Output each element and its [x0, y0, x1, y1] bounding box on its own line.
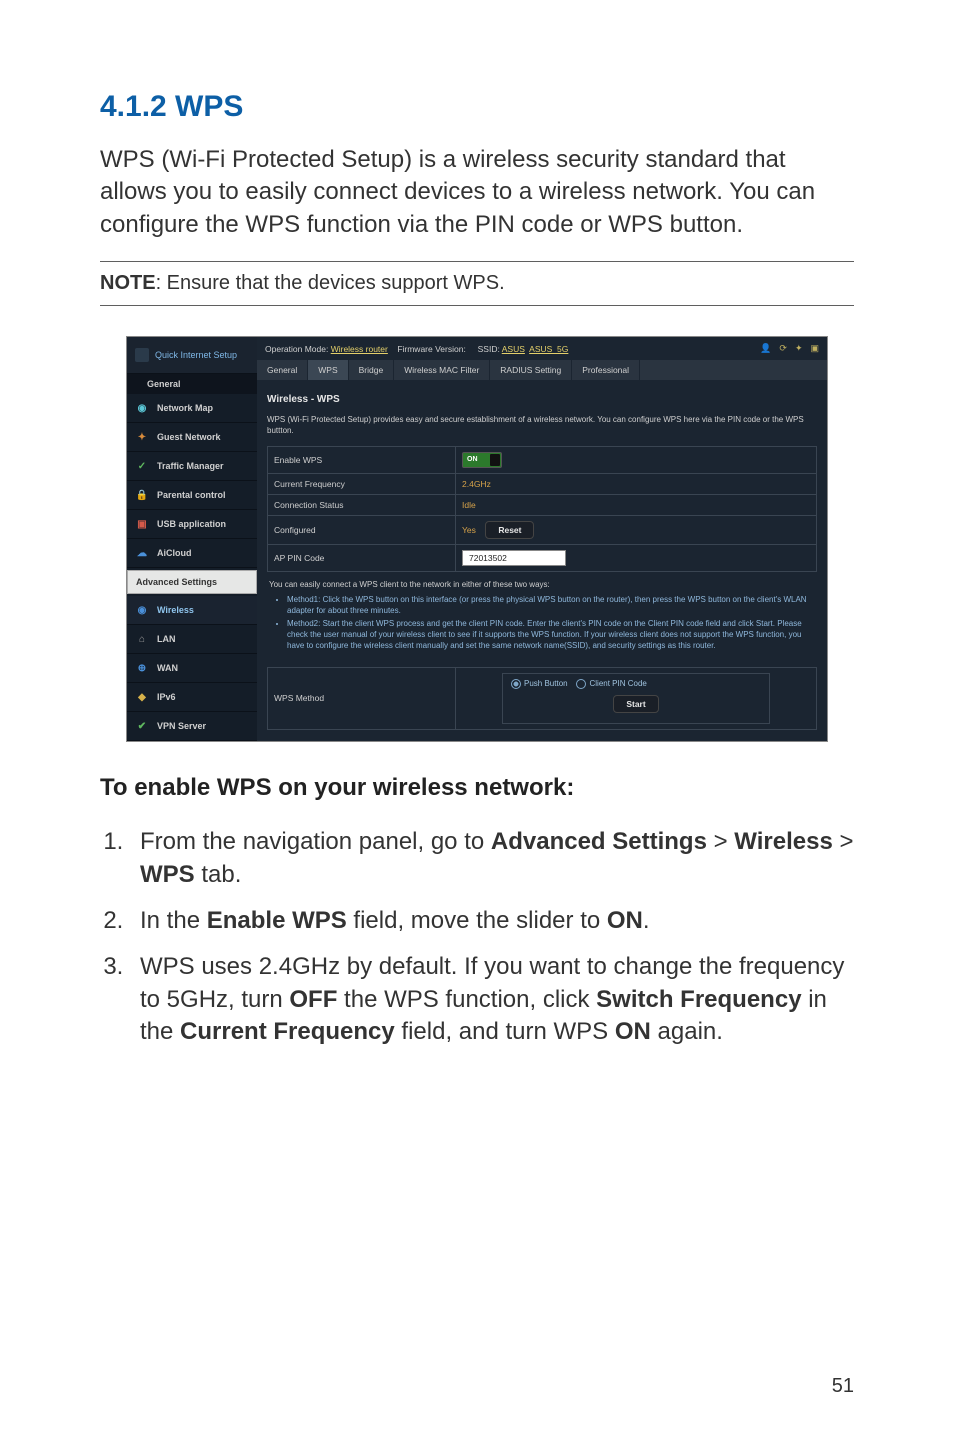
methods-heading: You can easily connect a WPS client to t…	[269, 580, 815, 591]
push-button-radio[interactable]	[511, 679, 521, 689]
sidebar-item-ipv6[interactable]: ◆IPv6	[127, 683, 257, 712]
step-3: WPS uses 2.4GHz by default. If you want …	[130, 951, 854, 1048]
tab-bridge[interactable]: Bridge	[349, 360, 395, 380]
enable-wps-toggle[interactable]: ON	[462, 452, 502, 468]
connection-status-label: Connection Status	[268, 494, 456, 515]
sidebar-item-network-map[interactable]: ◉Network Map	[127, 394, 257, 423]
row-configured: Configured Yes Reset	[268, 515, 817, 544]
topbar-left: Operation Mode: Wireless router Firmware…	[265, 344, 568, 354]
aicloud-icon: ☁	[135, 546, 149, 560]
wps-method-table: WPS Method Push Button Client PIN Code S…	[267, 667, 817, 730]
current-frequency-value: 2.4GHz	[462, 479, 491, 489]
qis-label: Quick Internet Setup	[155, 350, 237, 360]
client-pin-label: Client PIN Code	[589, 679, 646, 688]
tab-radius-setting[interactable]: RADIUS Setting	[490, 360, 572, 380]
tab-bar: General WPS Bridge Wireless MAC Filter R…	[257, 360, 827, 380]
traffic-icon: ✓	[135, 459, 149, 473]
note-line: NOTE: Ensure that the devices support WP…	[100, 272, 854, 295]
section-heading: 4.1.2 WPS	[100, 90, 854, 124]
network-icon: ◉	[135, 401, 149, 415]
current-frequency-label: Current Frequency	[268, 473, 456, 494]
ssid-1-link[interactable]: ASUS	[502, 344, 525, 354]
method-1: Method1: Click the WPS button on this in…	[287, 595, 815, 617]
sidebar-item-parental-control[interactable]: 🔒Parental control	[127, 481, 257, 510]
configured-value: Yes	[462, 525, 476, 535]
router-admin-screenshot: Quick Internet Setup General ◉Network Ma…	[126, 336, 828, 742]
row-enable-wps: Enable WPS ON	[268, 446, 817, 473]
methods-description: You can easily connect a WPS client to t…	[267, 572, 817, 667]
tab-professional[interactable]: Professional	[572, 360, 640, 380]
sidebar-item-guest-network[interactable]: ✦Guest Network	[127, 423, 257, 452]
ipv6-icon: ◆	[135, 690, 149, 704]
topbar: Operation Mode: Wireless router Firmware…	[257, 337, 827, 360]
row-ap-pin-code: AP PIN Code 72013502	[268, 544, 817, 571]
step-1: From the navigation panel, go to Advance…	[130, 826, 854, 891]
sidebar: Quick Internet Setup General ◉Network Ma…	[127, 337, 257, 741]
wireless-icon: ◉	[135, 603, 149, 617]
enable-wps-label: Enable WPS	[268, 446, 456, 473]
enable-wps-heading: To enable WPS on your wireless network:	[100, 774, 854, 802]
note-label: NOTE	[100, 272, 156, 294]
push-button-label: Push Button	[524, 679, 568, 688]
wps-method-label: WPS Method	[268, 667, 456, 729]
panel-description: WPS (Wi-Fi Protected Setup) provides eas…	[267, 415, 817, 436]
method-2: Method2: Start the client WPS process an…	[287, 619, 815, 651]
panel-title: Wireless - WPS	[267, 388, 817, 415]
wps-method-options: Push Button Client PIN Code Start	[502, 673, 770, 724]
logout-icon[interactable]: ▣	[810, 343, 819, 354]
divider	[100, 261, 854, 262]
ap-pin-code-label: AP PIN Code	[268, 544, 456, 571]
row-connection-status: Connection Status Idle	[268, 494, 817, 515]
steps-list: From the navigation panel, go to Advance…	[100, 826, 854, 1048]
client-pin-radio[interactable]	[576, 679, 586, 689]
quick-internet-setup-button[interactable]: Quick Internet Setup	[127, 337, 257, 374]
user-icon[interactable]: 👤	[760, 343, 771, 354]
sidebar-item-vpn-server[interactable]: ✔VPN Server	[127, 712, 257, 741]
config-table: Enable WPS ON Current Frequency 2.4GHz C…	[267, 446, 817, 572]
sidebar-item-wan[interactable]: ⊕WAN	[127, 654, 257, 683]
intro-paragraph: WPS (Wi-Fi Protected Setup) is a wireles…	[100, 144, 854, 241]
lan-icon: ⌂	[135, 632, 149, 646]
wand-icon	[135, 348, 149, 362]
wps-panel: Wireless - WPS WPS (Wi-Fi Protected Setu…	[257, 380, 827, 738]
row-wps-method: WPS Method Push Button Client PIN Code S…	[268, 667, 817, 729]
configured-label: Configured	[268, 515, 456, 544]
tab-wps[interactable]: WPS	[308, 360, 348, 380]
reset-button[interactable]: Reset	[485, 521, 534, 539]
connection-status-value: Idle	[462, 500, 476, 510]
settings-icon[interactable]: ✦	[795, 343, 803, 354]
divider	[100, 305, 854, 306]
sidebar-header-advanced: Advanced Settings	[127, 570, 257, 594]
sidebar-item-aicloud[interactable]: ☁AiCloud	[127, 539, 257, 568]
ssid-2-link[interactable]: ASUS_5G	[529, 344, 568, 354]
note-text: : Ensure that the devices support WPS.	[156, 272, 505, 294]
tab-wireless-mac-filter[interactable]: Wireless MAC Filter	[394, 360, 490, 380]
parental-icon: 🔒	[135, 488, 149, 502]
ssid-label: SSID:	[478, 344, 500, 354]
topbar-icons: 👤 ⟳ ✦ ▣	[760, 343, 819, 354]
op-mode-label: Operation Mode:	[265, 344, 328, 354]
refresh-icon[interactable]: ⟳	[779, 343, 787, 354]
sidebar-item-wireless[interactable]: ◉Wireless	[127, 596, 257, 625]
fw-label: Firmware Version:	[397, 344, 466, 354]
op-mode-link[interactable]: Wireless router	[331, 344, 388, 354]
sidebar-header-general: General	[127, 374, 257, 394]
ap-pin-code-value: 72013502	[462, 550, 566, 566]
sidebar-item-lan[interactable]: ⌂LAN	[127, 625, 257, 654]
usb-icon: ▣	[135, 517, 149, 531]
main-content: Operation Mode: Wireless router Firmware…	[257, 337, 827, 741]
row-current-frequency: Current Frequency 2.4GHz	[268, 473, 817, 494]
tab-general[interactable]: General	[257, 360, 308, 380]
sidebar-item-traffic-manager[interactable]: ✓Traffic Manager	[127, 452, 257, 481]
step-2: In the Enable WPS field, move the slider…	[130, 905, 854, 937]
page-number: 51	[832, 1375, 854, 1398]
wan-icon: ⊕	[135, 661, 149, 675]
sidebar-item-usb-application[interactable]: ▣USB application	[127, 510, 257, 539]
vpn-icon: ✔	[135, 719, 149, 733]
start-button[interactable]: Start	[613, 695, 658, 713]
guest-icon: ✦	[135, 430, 149, 444]
